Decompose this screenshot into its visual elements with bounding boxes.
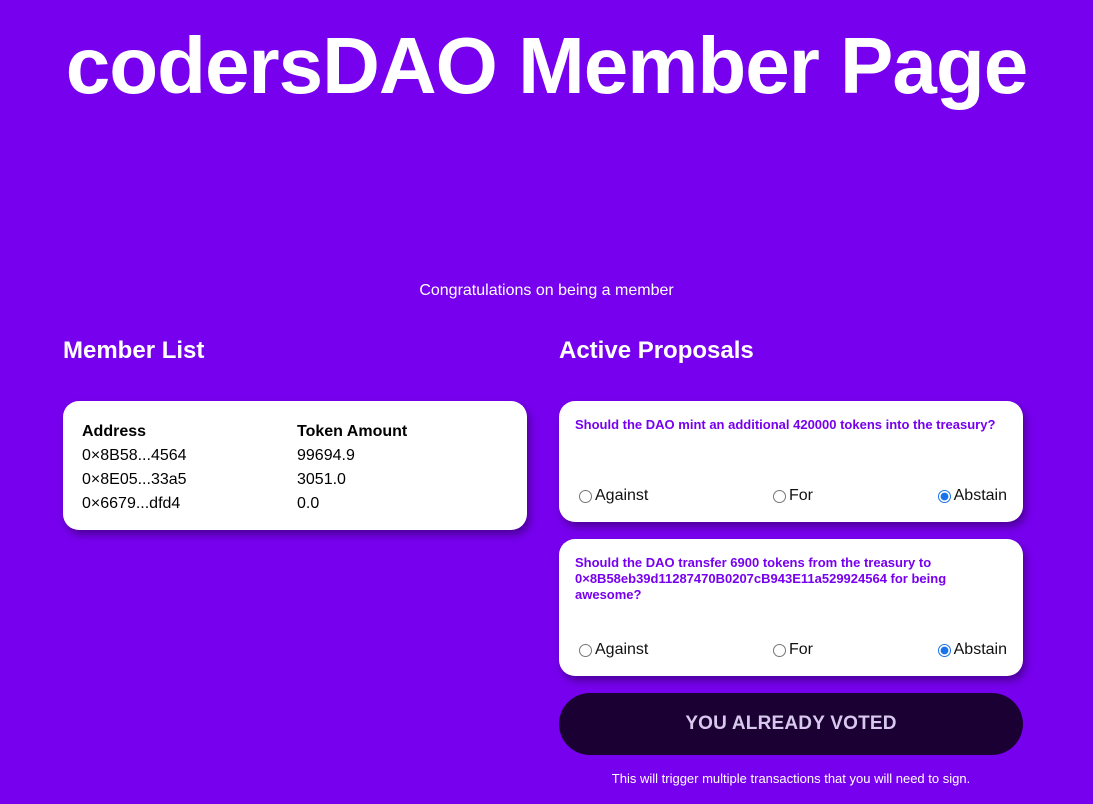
proposal-question: Should the DAO transfer 6900 tokens from… xyxy=(575,555,947,602)
table-row: 0×8B58...4564 99694.9 xyxy=(82,444,407,468)
member-token-amount: 99694.9 xyxy=(297,447,355,464)
vote-option-label: Abstain xyxy=(953,641,1007,658)
vote-options: Against For Abstain xyxy=(579,640,1007,660)
column-header-token-amount: Token Amount xyxy=(297,423,408,440)
vote-option-label: Abstain xyxy=(953,487,1007,504)
vote-option-against[interactable]: Against xyxy=(579,640,648,660)
vote-option-for[interactable]: For xyxy=(773,486,813,506)
member-table-header: Address Token Amount xyxy=(82,420,407,444)
page-title: codersDAO Member Page xyxy=(65,21,1029,110)
member-address: 0×8E05...33a5 xyxy=(82,471,187,488)
page-subtitle: Congratulations on being a member xyxy=(419,282,674,299)
radio-against[interactable] xyxy=(579,643,592,657)
vote-option-label: Against xyxy=(595,487,649,504)
table-row: 0×8E05...33a5 3051.0 xyxy=(82,468,407,492)
member-table: Address Token Amount 0×8B58...4564 99694… xyxy=(82,420,407,516)
proposal-card: Should the DAO transfer 6900 tokens from… xyxy=(559,539,1023,676)
radio-abstain[interactable] xyxy=(937,489,951,503)
vote-option-for[interactable]: For xyxy=(773,640,813,660)
vote-options: Against For Abstain xyxy=(579,486,1007,506)
submit-vote-button[interactable]: YOU ALREADY VOTED xyxy=(559,693,1023,755)
radio-against[interactable] xyxy=(579,489,592,503)
member-token-amount: 3051.0 xyxy=(297,471,346,488)
transaction-note: This will trigger multiple transactions … xyxy=(611,771,971,786)
vote-option-against[interactable]: Against xyxy=(579,486,648,506)
proposal-question: Should the DAO mint an additional 420000… xyxy=(575,417,996,432)
vote-option-label: Against xyxy=(595,641,649,658)
member-list-heading: Member List xyxy=(63,337,205,364)
vote-option-abstain[interactable]: Abstain xyxy=(937,640,1007,660)
member-list-card: Address Token Amount 0×8B58...4564 99694… xyxy=(63,401,527,530)
radio-abstain[interactable] xyxy=(937,643,951,657)
vote-option-label: For xyxy=(789,641,813,658)
radio-for[interactable] xyxy=(773,489,786,503)
member-token-amount: 0.0 xyxy=(297,495,320,512)
radio-for[interactable] xyxy=(773,643,786,657)
member-address: 0×6679...dfd4 xyxy=(82,495,181,512)
table-row: 0×6679...dfd4 0.0 xyxy=(82,492,407,516)
vote-option-abstain[interactable]: Abstain xyxy=(937,486,1007,506)
column-header-address: Address xyxy=(82,423,147,440)
proposal-card: Should the DAO mint an additional 420000… xyxy=(559,401,1023,522)
active-proposals-heading: Active Proposals xyxy=(559,337,754,364)
member-address: 0×8B58...4564 xyxy=(82,447,187,464)
vote-option-label: For xyxy=(789,487,813,504)
